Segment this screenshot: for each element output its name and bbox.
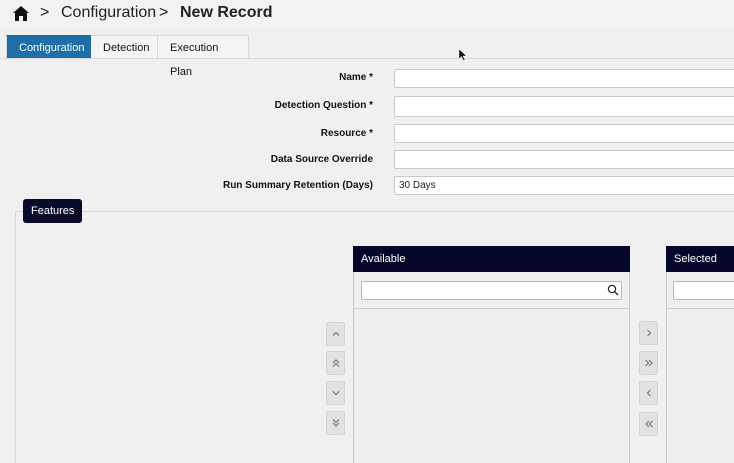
add-selected-button[interactable] [639,321,658,345]
detection-question-label: Detection Question * [274,100,373,111]
selected-search-input[interactable] [673,281,734,300]
selected-list-divider [667,308,734,309]
tab-divider [0,58,734,59]
double-chevron-down-icon [332,419,339,427]
name-label: Name * [339,72,373,83]
chevron-right-icon [646,329,651,337]
available-list[interactable] [353,272,630,463]
move-down-button[interactable] [326,381,345,405]
resource-label: Resource * [320,128,373,139]
double-chevron-left-icon [644,420,653,428]
chevron-left-icon [646,389,651,397]
features-legend: Features [23,199,83,223]
chevron-right-icon: > [40,4,50,21]
tab-execution-plan[interactable]: Execution Plan [158,35,249,78]
data-source-override-label: Data Source Override [270,154,373,165]
tab-configuration[interactable]: Configuration [6,35,91,59]
available-search-input[interactable] [361,281,622,300]
selected-list[interactable] [666,272,734,463]
breadcrumb-configuration[interactable]: Configuration [61,4,156,22]
double-chevron-up-icon [332,359,339,367]
remove-selected-button[interactable] [639,381,658,405]
remove-all-button[interactable] [639,412,658,436]
tab-detection[interactable]: Detection [91,35,158,59]
home-icon[interactable] [12,5,30,22]
resource-field[interactable] [394,124,734,143]
move-bottom-button[interactable] [326,411,345,435]
tab-bar: Configuration Detection Execution Plan [6,35,249,78]
move-top-button[interactable] [326,351,345,375]
selected-list-header: Selected [666,246,734,272]
search-icon [607,284,619,296]
chevron-down-icon [332,391,339,396]
available-list-divider [354,308,629,309]
detection-question-field[interactable] [394,96,734,117]
run-summary-retention-field[interactable]: 30 Days [394,176,734,195]
breadcrumb-current: New Record [180,4,273,21]
chevron-right-icon: > [159,4,169,21]
breadcrumb: > Configuration > New Record [0,0,734,28]
available-list-header: Available [353,246,630,272]
name-field[interactable] [394,69,734,88]
data-source-override-field[interactable] [394,150,734,169]
add-all-button[interactable] [639,351,658,375]
chevron-up-icon [332,331,339,336]
mouse-cursor-icon [459,49,467,61]
double-chevron-right-icon [644,359,653,367]
run-summary-retention-label: Run Summary Retention (Days) [222,180,373,191]
move-up-button[interactable] [326,322,345,346]
